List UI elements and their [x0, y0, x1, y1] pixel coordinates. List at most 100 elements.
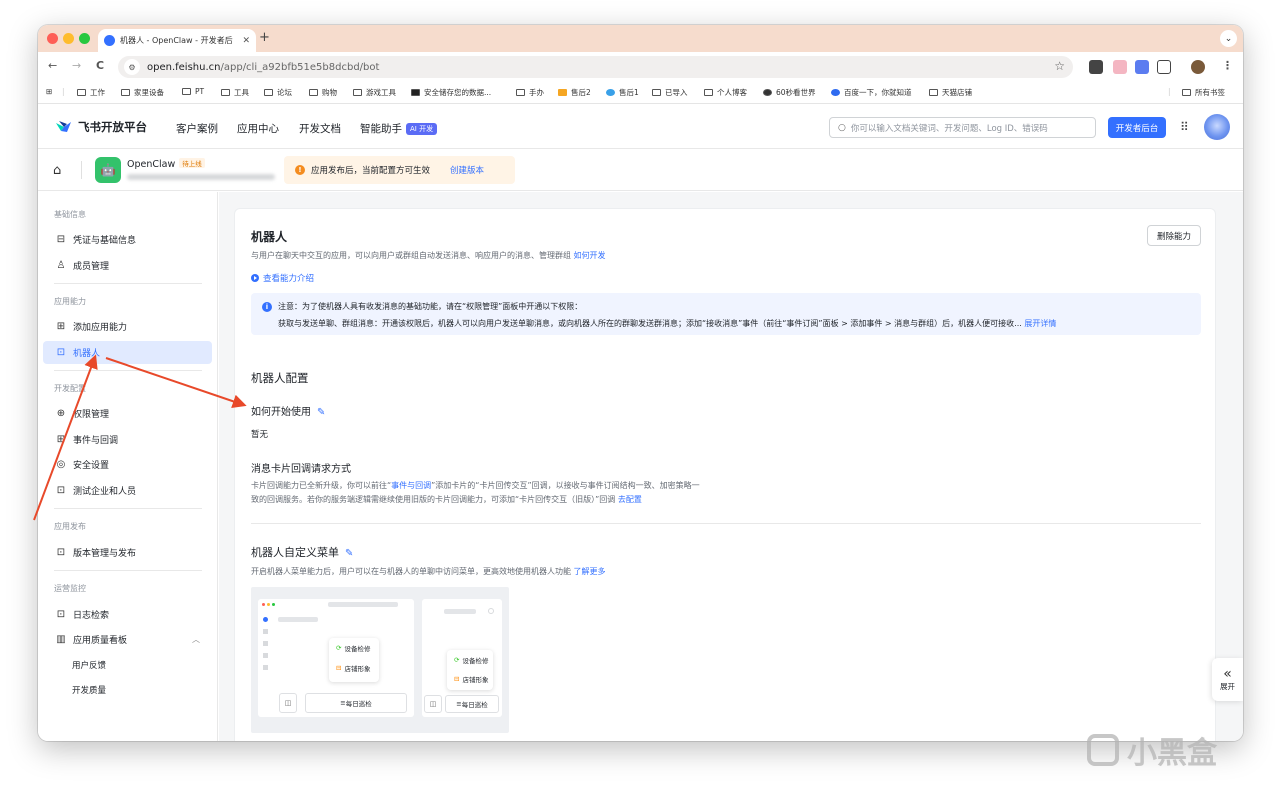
all-bookmarks[interactable]: 所有书签: [1182, 87, 1225, 98]
extension-icon[interactable]: [1135, 60, 1149, 74]
bar-chart-icon: ▥: [56, 634, 66, 645]
extension-icon[interactable]: [1113, 60, 1127, 74]
url-path: /app/cli_a92bfb51e5b8dcbd/bot: [220, 61, 380, 73]
user-avatar[interactable]: [1204, 114, 1230, 140]
info-line-1: 注意：为了使机器人具有收发消息的基础功能，请在“权限管理”面板中开通以下权限：: [278, 302, 583, 311]
bookmark-item[interactable]: 游戏工具: [353, 87, 396, 98]
bookmark-item[interactable]: 工具: [221, 87, 249, 98]
sidebar-group-basic: 基础信息: [54, 210, 86, 219]
create-version-link[interactable]: 创建版本: [450, 164, 484, 176]
browser-menu-icon[interactable]: ⋮: [1222, 59, 1233, 72]
reload-button[interactable]: C: [96, 59, 104, 72]
bookmark-item[interactable]: PT: [182, 87, 204, 96]
notice-text: 应用发布后，当前配置方可生效: [311, 166, 431, 176]
events-callbacks-link[interactable]: 事件与回调: [391, 481, 431, 490]
bookmark-item[interactable]: 售后1: [606, 87, 639, 98]
edit-icon[interactable]: ✎: [345, 548, 353, 559]
browser-tab[interactable]: 机器人 - OpenClaw - 开发者后 ✕: [98, 29, 256, 52]
bookmark-item[interactable]: 家里设备: [121, 87, 164, 98]
minimize-window-button[interactable]: [63, 33, 74, 44]
section-divider: [251, 523, 1201, 524]
bookmarks-bar: ⊞ | 工作 家里设备 PT 工具 论坛 购物 游戏工具 安全储存您的数据...…: [38, 82, 1243, 104]
upload-icon: ⊡: [56, 547, 66, 558]
tab-search-button[interactable]: ⌄: [1220, 30, 1237, 47]
sidebar-item-logs[interactable]: ⊡ 日志检索: [43, 603, 212, 626]
app-name[interactable]: OpenClaw 待上线: [127, 158, 205, 170]
zoom-window-button[interactable]: [79, 33, 90, 44]
chevron-up-icon[interactable]: ︿: [192, 634, 200, 645]
delete-capability-button[interactable]: 删除能力: [1147, 225, 1201, 246]
brand-logo[interactable]: 飞书开放平台: [55, 119, 147, 135]
sidebar-subitem-dev-quality[interactable]: 开发质量: [72, 684, 106, 696]
browser-toolbar: ← → C ⚙ open.feishu.cn/app/cli_a92bfb51e…: [38, 52, 1243, 82]
bookmark-item[interactable]: 已导入: [652, 87, 688, 98]
feishu-favicon-icon: [104, 35, 115, 46]
address-bar[interactable]: ⚙ open.feishu.cn/app/cli_a92bfb51e5b8dcb…: [118, 56, 1073, 78]
apps-grid-icon[interactable]: ⊞: [46, 87, 52, 96]
bookmark-item[interactable]: 工作: [77, 87, 105, 98]
view-intro-link[interactable]: 查看能力介绍: [251, 272, 314, 284]
bookmark-item[interactable]: 论坛: [264, 87, 292, 98]
warning-icon: !: [295, 165, 305, 175]
doc-search-input[interactable]: ○ 你可以输入文档关键词、开发问题、Log ID、错误码: [829, 117, 1096, 138]
search-icon: ○: [838, 122, 846, 133]
bookmark-item[interactable]: 天猫店铺: [929, 87, 972, 98]
close-window-button[interactable]: [47, 33, 58, 44]
profile-avatar[interactable]: [1191, 60, 1205, 74]
expand-label: 展开: [1220, 682, 1235, 691]
edit-icon[interactable]: ✎: [317, 407, 325, 418]
sidebar-item-add-capability[interactable]: ⊞ 添加应用能力: [43, 315, 212, 338]
card-callback-desc: 卡片回调能力已全新升级，你可以前往“事件与回调”添加卡片的“卡片回传交互”回调，…: [251, 481, 700, 504]
lock-icon: ⊕: [56, 408, 66, 419]
bookmark-item[interactable]: 60秒看世界: [763, 87, 816, 98]
folder-icon: [264, 89, 273, 96]
expand-panel-button[interactable]: « 展开: [1212, 658, 1243, 701]
sidebar-item-security[interactable]: ◎ 安全设置: [43, 453, 212, 476]
bookmark-item[interactable]: 百度一下，你就知道: [831, 87, 912, 98]
bookmark-item[interactable]: 个人博客: [704, 87, 747, 98]
back-button[interactable]: ←: [48, 59, 57, 72]
go-configure-link[interactable]: 去配置: [618, 495, 642, 504]
how-to-develop-link[interactable]: 如何开发: [574, 251, 606, 260]
learn-more-link[interactable]: 了解更多: [574, 567, 606, 576]
bookmark-star-icon[interactable]: ☆: [1054, 59, 1065, 73]
sidebar-item-credentials[interactable]: ⊟ 凭证与基础信息: [43, 228, 212, 251]
developer-console-button[interactable]: 开发者后台: [1108, 117, 1166, 138]
nav-ai-assistant[interactable]: 智能助手 AI 开发: [360, 121, 438, 136]
bookmark-item[interactable]: 售后2: [558, 87, 591, 98]
site-settings-icon[interactable]: ⚙: [124, 59, 140, 75]
play-icon: [251, 274, 259, 282]
nav-customer-cases[interactable]: 客户案例: [176, 121, 218, 136]
tab-close-icon[interactable]: ✕: [242, 36, 250, 46]
sidebar-item-versions[interactable]: ⊡ 版本管理与发布: [43, 541, 212, 564]
app-id-blurred: [127, 174, 275, 180]
forward-button[interactable]: →: [72, 59, 81, 72]
extensions-puzzle-icon[interactable]: [1157, 60, 1171, 74]
camera-icon: ◫: [279, 693, 297, 713]
bookmark-item[interactable]: 购物: [309, 87, 337, 98]
new-tab-button[interactable]: +: [259, 30, 270, 45]
brand-name: 飞书开放平台: [78, 120, 147, 134]
sidebar-item-permissions[interactable]: ⊕ 权限管理: [43, 402, 212, 425]
extension-icon[interactable]: [1089, 60, 1103, 74]
sidebar-item-test-tenants[interactable]: ⊡ 测试企业和人员: [43, 479, 212, 502]
info-icon: i: [262, 302, 272, 312]
sidebar-item-events[interactable]: ⊞ 事件与回调: [43, 428, 212, 451]
sidebar-subitem-feedback[interactable]: 用户反馈: [72, 659, 106, 671]
sidebar-item-bot[interactable]: ⊡ 机器人: [43, 341, 212, 364]
nav-dev-docs[interactable]: 开发文档: [299, 121, 341, 136]
camera-icon: ◫: [424, 695, 442, 713]
sidebar-item-members[interactable]: ♙ 成员管理: [43, 254, 212, 277]
double-chevron-left-icon: «: [1223, 666, 1232, 682]
preview-menu-popup: ⟳ 设备检修 ⊟ 店铺形象: [329, 638, 379, 682]
bookmark-item[interactable]: 安全储存您的数据...: [411, 87, 491, 98]
apps-grid-icon[interactable]: ⠿: [1180, 120, 1189, 134]
bookmark-item[interactable]: 手办: [516, 87, 544, 98]
bookmark-separator: |: [1168, 87, 1171, 96]
wrench-icon: ⟳: [454, 655, 460, 664]
user-icon: ♙: [56, 260, 66, 271]
nav-app-center[interactable]: 应用中心: [237, 121, 279, 136]
home-icon[interactable]: ⌂: [53, 163, 61, 178]
sidebar-item-quality[interactable]: ▥ 应用质量看板 ︿: [43, 628, 212, 651]
expand-details-link[interactable]: 展开详情: [1024, 319, 1056, 328]
